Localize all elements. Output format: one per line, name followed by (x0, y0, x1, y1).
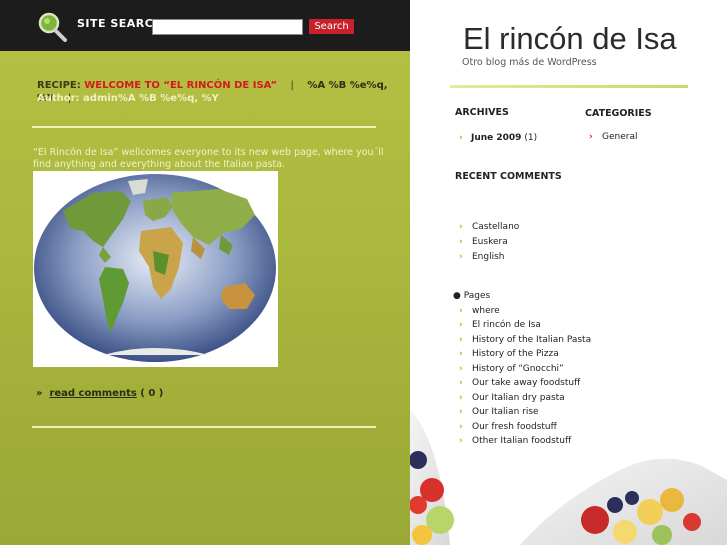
recent-comments-title: RECENT COMMENTS (455, 171, 562, 182)
search-bar: SITE SEARCH: Search (0, 0, 410, 51)
search-button[interactable]: Search (309, 19, 354, 34)
archives-title: ARCHIVES (455, 107, 509, 118)
chevron-right-icon: › (459, 237, 463, 247)
chevron-right-icon: › (459, 320, 463, 330)
chevron-right-icon: › (459, 393, 463, 403)
language-item-euskera[interactable]: Euskera (472, 237, 508, 247)
world-map-image (33, 171, 278, 367)
pages-title: ● Pages (453, 291, 491, 301)
chevron-right-icon: › (459, 133, 463, 143)
site-tagline: Otro blog más de WordPress (462, 57, 597, 68)
page-item[interactable]: where (472, 306, 500, 316)
chevron-right-icon: › (459, 349, 463, 359)
language-item-castellano[interactable]: Castellano (472, 222, 519, 232)
bullet-icon: ● (453, 291, 461, 301)
page-item[interactable]: History of the Pizza (472, 349, 559, 359)
post-body: “El Rincón de Isa” wellcomes everyone to… (33, 147, 384, 170)
read-comments: » read comments ( 0 ) (36, 388, 163, 399)
category-item-general[interactable]: General (602, 132, 637, 142)
archive-item[interactable]: June 2009 (1) (471, 133, 537, 143)
comments-count: ( 0 ) (140, 388, 164, 399)
chevron-right-icon: › (459, 422, 463, 432)
divider (32, 126, 376, 128)
chevron-right-icon: › (459, 252, 463, 262)
double-chevron-icon: » (36, 388, 43, 399)
divider (32, 426, 376, 428)
chevron-right-icon: › (459, 335, 463, 345)
page-item[interactable]: Our fresh foodstuff (472, 422, 557, 432)
read-comments-link[interactable]: read comments (49, 388, 136, 399)
recipe-label: RECIPE: (37, 80, 81, 91)
title-divider (450, 85, 688, 88)
separator: | (290, 80, 294, 91)
magnifier-icon (38, 12, 67, 42)
chevron-right-icon: › (459, 222, 463, 232)
search-input[interactable] (152, 19, 303, 35)
chevron-right-icon: › (589, 132, 593, 142)
page-item[interactable]: Our Italian dry pasta (472, 393, 565, 403)
chevron-right-icon: › (459, 378, 463, 388)
page-item[interactable]: History of “Gnocchi” (472, 364, 564, 374)
chevron-right-icon: › (459, 306, 463, 316)
post-title-link[interactable]: WELCOME TO “EL RINCÓN DE ISA” (84, 80, 277, 91)
chevron-right-icon: › (459, 407, 463, 417)
chevron-right-icon: › (459, 436, 463, 446)
page-item[interactable]: Our Italian rise (472, 407, 539, 417)
page-item[interactable]: Other Italian foodstuff (472, 436, 571, 446)
page-item[interactable]: Our take away foodstuff (472, 378, 580, 388)
sidebar: El rincón de Isa Otro blog más de WordPr… (410, 0, 727, 545)
categories-title: CATEGORIES (585, 108, 652, 119)
page-item[interactable]: El rincón de Isa (472, 320, 541, 330)
language-item-english[interactable]: English (472, 252, 505, 262)
page-item[interactable]: History of the Italian Pasta (472, 335, 591, 345)
post-author: Author: admin%A %B %e%q, %Y (37, 93, 219, 104)
main-column: SITE SEARCH: Search RECIPE: WELCOME TO “… (0, 0, 410, 545)
site-title[interactable]: El rincón de Isa (463, 21, 677, 57)
chevron-right-icon: › (459, 364, 463, 374)
